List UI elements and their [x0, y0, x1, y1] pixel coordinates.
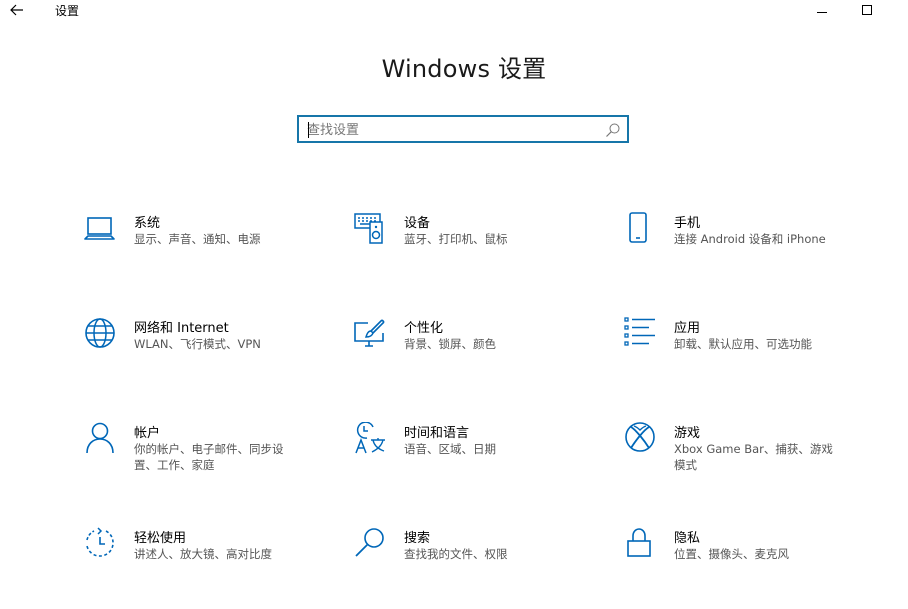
- tile-description: 位置、摄像头、麦克风: [674, 547, 789, 561]
- lock-icon: [624, 527, 658, 561]
- tile-search[interactable]: 搜索 查找我的文件、权限: [354, 527, 594, 597]
- tile-title: 时间和语言: [404, 426, 470, 441]
- tile-devices[interactable]: 设备 蓝牙、打印机、鼠标: [354, 212, 594, 282]
- tile-title: 游戏: [674, 426, 701, 441]
- time-language-icon: [354, 422, 388, 456]
- tile-description: 显示、声音、通知、电源: [134, 232, 261, 246]
- tile-title: 系统: [134, 216, 161, 231]
- globe-icon: [84, 317, 118, 351]
- tile-title: 手机: [674, 216, 701, 231]
- tile-title: 搜索: [404, 531, 431, 546]
- xbox-icon: [624, 422, 658, 456]
- tile-ease-of-access[interactable]: 轻松使用 讲述人、放大镜、高对比度: [84, 527, 324, 597]
- ease-of-access-icon: [84, 527, 118, 561]
- minimize-icon: [817, 12, 827, 13]
- tile-privacy[interactable]: 隐私 位置、摄像头、麦克风: [624, 527, 864, 597]
- tile-title: 应用: [674, 321, 701, 336]
- tile-description: 连接 Android 设备和 iPhone: [674, 232, 826, 246]
- tile-description: 卸载、默认应用、可选功能: [674, 337, 812, 351]
- tile-gaming[interactable]: 游戏 Xbox Game Bar、捕获、游戏模式: [624, 422, 864, 492]
- tile-description: 查找我的文件、权限: [404, 547, 508, 561]
- paint-brush-icon: [354, 317, 388, 351]
- tile-title: 设备: [404, 216, 431, 231]
- tile-title: 网络和 Internet: [134, 321, 229, 336]
- tile-description: WLAN、飞行模式、VPN: [134, 337, 261, 351]
- tile-system[interactable]: 系统 显示、声音、通知、电源: [84, 212, 324, 282]
- keyboard-speaker-icon: [354, 212, 388, 246]
- tile-description: 背景、锁屏、颜色: [404, 337, 496, 351]
- tile-title: 隐私: [674, 531, 701, 546]
- search-input[interactable]: [307, 120, 597, 140]
- text-caret: [308, 122, 309, 138]
- back-button[interactable]: [6, 0, 28, 20]
- tile-personalization[interactable]: 个性化 背景、锁屏、颜色: [354, 317, 594, 387]
- tile-title: 帐户: [134, 426, 161, 441]
- tile-description: 语音、区域、日期: [404, 442, 496, 456]
- tile-phone[interactable]: 手机 连接 Android 设备和 iPhone: [624, 212, 864, 282]
- phone-icon: [624, 212, 658, 246]
- tile-description: Xbox Game Bar、捕获、游戏模式: [674, 442, 833, 472]
- tile-network[interactable]: 网络和 Internet WLAN、飞行模式、VPN: [84, 317, 324, 387]
- person-icon: [84, 422, 118, 456]
- tile-description: 蓝牙、打印机、鼠标: [404, 232, 508, 246]
- tile-accounts[interactable]: 帐户 你的帐户、电子邮件、同步设置、工作、家庭: [84, 422, 324, 492]
- tile-time-language[interactable]: 时间和语言 语音、区域、日期: [354, 422, 594, 492]
- app-list-icon: [624, 317, 658, 351]
- search-magnifier-icon: [354, 527, 388, 561]
- title-bar: 设置: [0, 0, 908, 22]
- tile-title: 个性化: [404, 321, 444, 336]
- tile-description: 讲述人、放大镜、高对比度: [134, 547, 272, 561]
- laptop-icon: [84, 212, 118, 246]
- tile-description: 你的帐户、电子邮件、同步设置、工作、家庭: [134, 442, 284, 472]
- tile-apps[interactable]: 应用 卸载、默认应用、可选功能: [624, 317, 864, 387]
- page-title: Windows 设置: [381, 55, 547, 83]
- tile-title: 轻松使用: [134, 531, 187, 546]
- search-icon[interactable]: [605, 122, 621, 138]
- maximize-icon: [862, 5, 872, 15]
- arrow-left-icon: [10, 4, 23, 16]
- minimize-button[interactable]: [807, 0, 837, 20]
- app-title: 设置: [55, 4, 80, 18]
- maximize-button[interactable]: [852, 0, 882, 20]
- search-box[interactable]: [297, 115, 629, 143]
